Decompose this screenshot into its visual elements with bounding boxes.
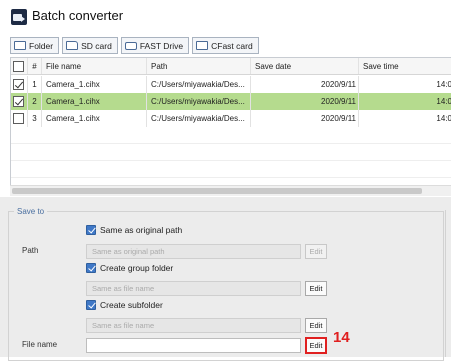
create-group-folder-option[interactable]: Create group folder xyxy=(86,263,173,273)
save-to-panel: Save to xyxy=(0,197,451,361)
create-subfolder-label: Create subfolder xyxy=(100,300,163,310)
group-folder-edit-button[interactable]: Edit xyxy=(305,281,327,296)
cfast-card-button[interactable]: CFast card xyxy=(192,37,259,54)
same-as-original-option[interactable]: Same as original path xyxy=(86,225,182,235)
row-path: C:/Users/miyawakia/Des... xyxy=(147,110,251,127)
sd-card-icon xyxy=(66,41,79,50)
empty-row xyxy=(11,161,451,178)
cfast-card-icon xyxy=(196,41,209,50)
sd-card-button[interactable]: SD card xyxy=(62,37,118,54)
path-edit-button[interactable]: Edit xyxy=(305,244,327,259)
folder-button-label: Folder xyxy=(29,40,54,51)
cfast-card-button-label: CFast card xyxy=(211,40,253,51)
same-as-original-checkbox[interactable] xyxy=(86,225,96,235)
select-all-checkbox[interactable] xyxy=(13,60,24,72)
row-save-time: 14:0 xyxy=(436,114,451,123)
table-header: # File name Path Save date Save time xyxy=(11,58,451,75)
table-row[interactable]: 1 Camera_1.cihx C:/Users/miyawakia/Des..… xyxy=(11,76,451,93)
source-toolbar: Folder SD card FAST Drive CFast card xyxy=(10,37,259,55)
column-header-save-time[interactable]: Save time xyxy=(359,58,451,74)
create-group-folder-checkbox[interactable] xyxy=(86,263,96,273)
horizontal-scrollbar[interactable] xyxy=(10,185,451,196)
scrollbar-thumb[interactable] xyxy=(12,188,422,194)
row-save-time: 14:0 xyxy=(436,80,451,89)
save-to-legend: Save to xyxy=(14,207,48,216)
row-save-date: 2020/9/11 xyxy=(251,76,359,93)
file-name-label: File name xyxy=(22,340,58,349)
column-header-path[interactable]: Path xyxy=(147,58,251,74)
row-path: C:/Users/miyawakia/Des... xyxy=(147,76,251,93)
file-name-field[interactable] xyxy=(86,338,301,353)
drive-icon xyxy=(124,41,137,50)
panel-divider xyxy=(445,210,451,357)
column-header-number[interactable]: # xyxy=(28,58,42,74)
folder-icon xyxy=(14,41,26,50)
row-checkbox[interactable] xyxy=(13,113,24,124)
file-table: # File name Path Save date Save time 1 C… xyxy=(10,57,451,187)
row-checkbox[interactable] xyxy=(13,96,24,107)
create-subfolder-checkbox[interactable] xyxy=(86,300,96,310)
callout-number: 14 xyxy=(333,329,350,346)
empty-row xyxy=(11,144,451,161)
path-label: Path xyxy=(22,246,39,255)
folder-button[interactable]: Folder xyxy=(10,37,60,54)
same-as-original-label: Same as original path xyxy=(100,225,183,235)
row-path: C:/Users/miyawakia/Des... xyxy=(147,93,251,110)
app-icon xyxy=(11,9,27,25)
column-header-save-date[interactable]: Save date xyxy=(251,58,359,74)
row-file-name: Camera_1.cihx xyxy=(42,93,147,110)
row-file-name: Camera_1.cihx xyxy=(42,76,147,93)
group-folder-field[interactable]: Same as file name xyxy=(86,281,301,296)
path-field[interactable]: Same as original path xyxy=(86,244,301,259)
subfolder-edit-button[interactable]: Edit xyxy=(305,318,327,333)
file-name-edit-button[interactable]: Edit xyxy=(305,337,327,354)
empty-row xyxy=(11,127,451,144)
table-row[interactable]: 3 Camera_1.cihx C:/Users/miyawakia/Des..… xyxy=(11,110,451,127)
window-title: Batch converter xyxy=(32,8,124,23)
create-group-folder-label: Create group folder xyxy=(100,263,174,273)
row-number: 3 xyxy=(28,110,42,127)
row-number: 2 xyxy=(28,93,42,110)
row-save-time: 14:0 xyxy=(436,97,451,106)
row-number: 1 xyxy=(28,76,42,93)
column-header-file-name[interactable]: File name xyxy=(42,58,147,74)
row-save-date: 2020/9/11 xyxy=(251,110,359,127)
row-checkbox[interactable] xyxy=(13,79,24,90)
row-save-date: 2020/9/11 xyxy=(251,93,359,110)
fast-drive-button[interactable]: FAST Drive xyxy=(120,37,190,54)
subfolder-field[interactable]: Same as file name xyxy=(86,318,301,333)
table-row-selected[interactable]: 2 Camera_1.cihx C:/Users/miyawakia/Des..… xyxy=(11,93,451,110)
header-select-all[interactable] xyxy=(11,58,28,74)
sd-card-button-label: SD card xyxy=(81,40,112,51)
title-bar: Batch converter xyxy=(0,0,451,33)
fast-drive-button-label: FAST Drive xyxy=(139,40,184,51)
create-subfolder-option[interactable]: Create subfolder xyxy=(86,300,163,310)
row-file-name: Camera_1.cihx xyxy=(42,110,147,127)
